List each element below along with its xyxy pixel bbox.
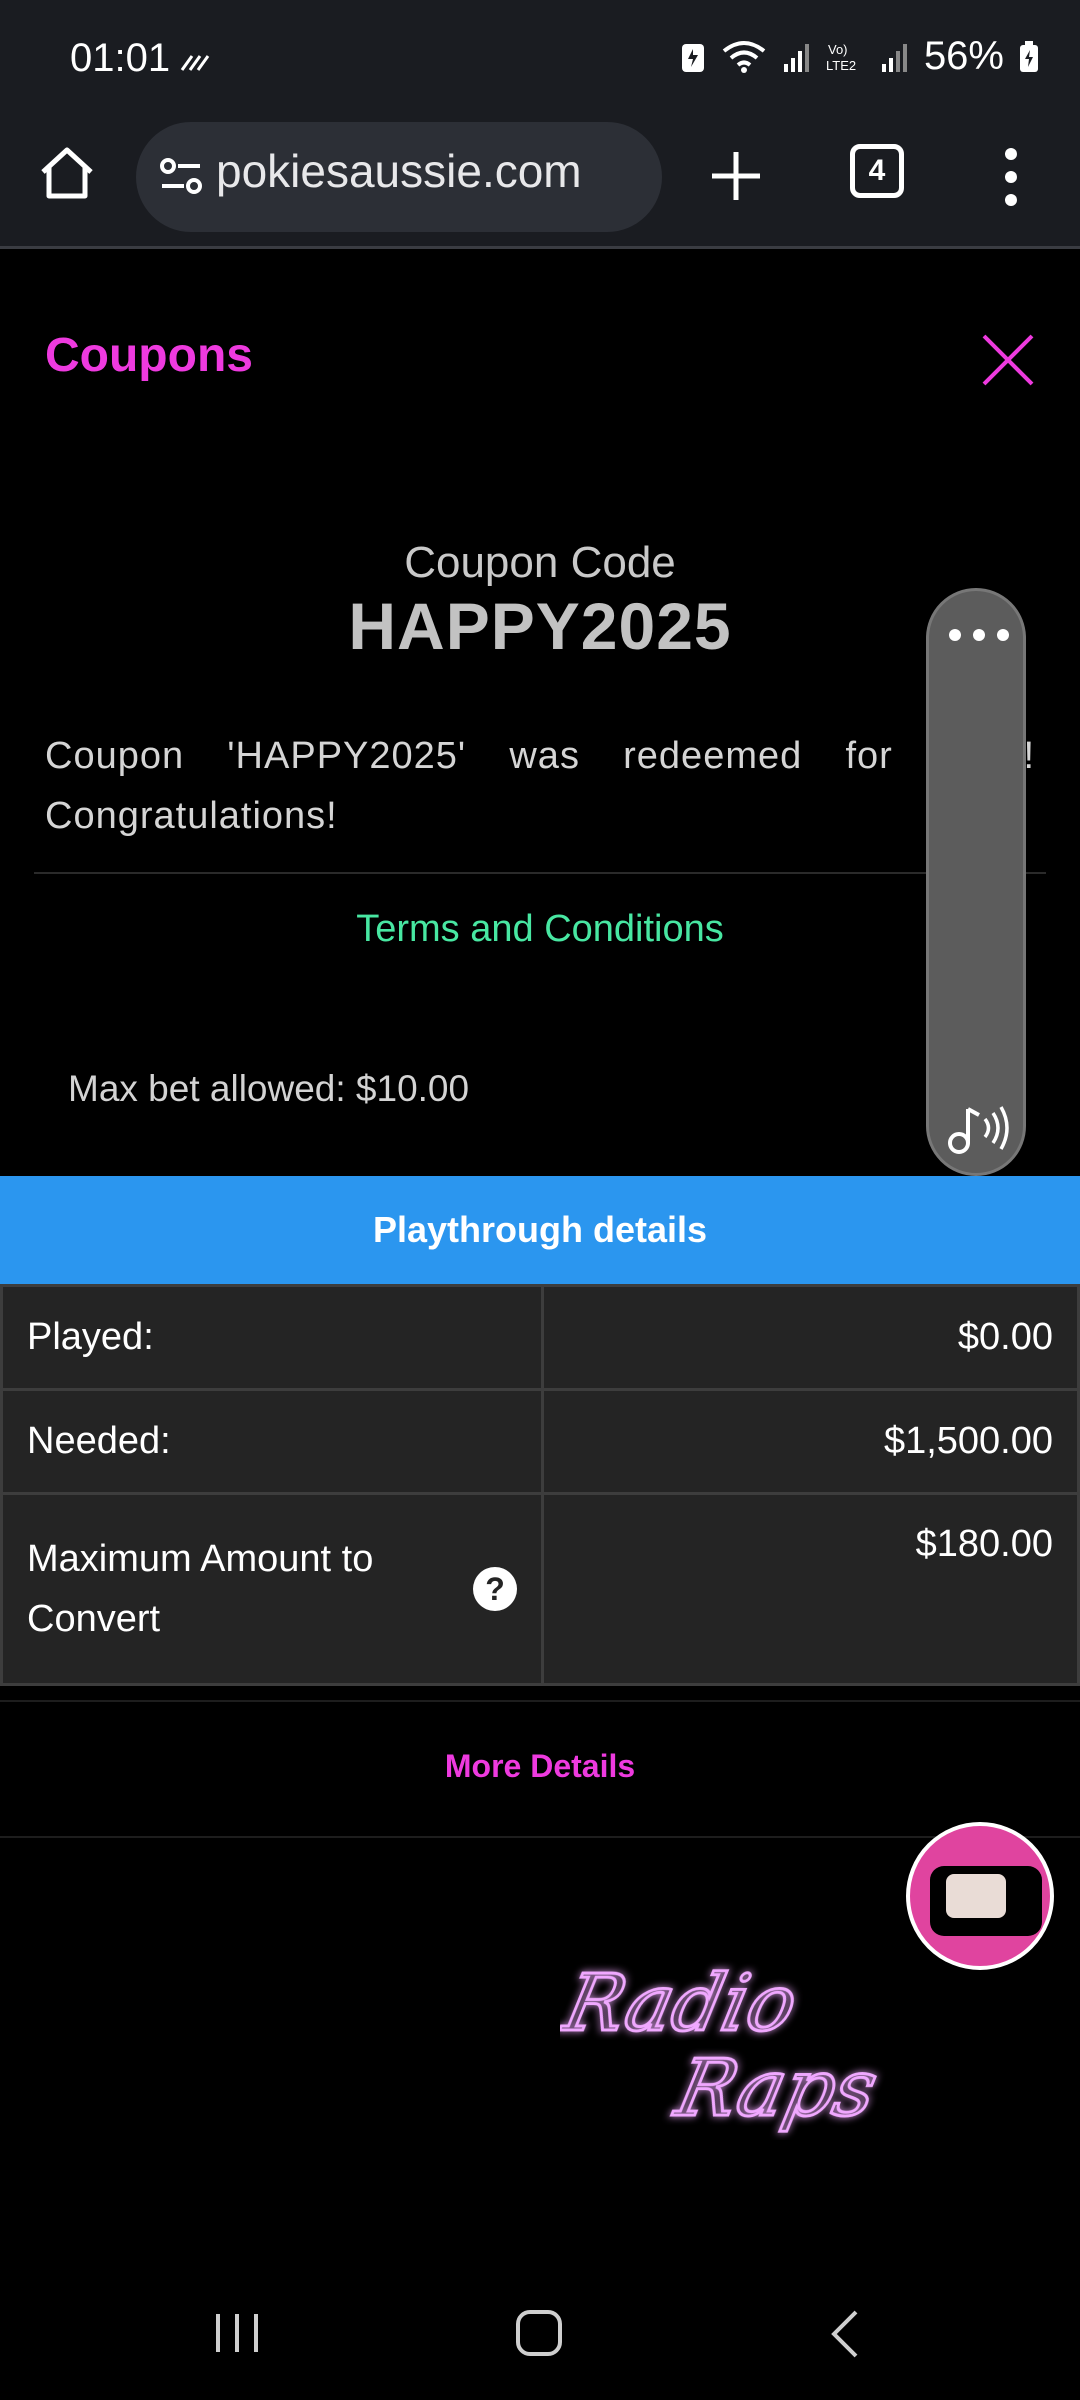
close-icon[interactable] <box>980 332 1036 388</box>
coupon-code-label: Coupon Code <box>404 538 676 587</box>
more-dots-icon[interactable] <box>949 629 1009 649</box>
coupon-code: HAPPY2025 <box>348 589 732 663</box>
played-label: Played: <box>0 1284 544 1391</box>
divider <box>34 872 1046 874</box>
table-row: Maximum Amount to Convert ? $180.00 <box>0 1492 1080 1686</box>
terms-and-conditions-link[interactable]: Terms and Conditions <box>0 908 1080 951</box>
svg-text:LTE2: LTE2 <box>826 58 856 73</box>
media-widget[interactable] <box>926 588 1026 1176</box>
volte-icon: Vo) LTE2 <box>826 42 856 73</box>
nav-home-icon[interactable] <box>514 2308 564 2358</box>
page-title: Coupons <box>45 329 253 382</box>
status-time: 01:01 <box>70 36 171 80</box>
url-text: pokiesaussie.com <box>216 145 582 197</box>
played-value: $0.00 <box>541 1284 1080 1391</box>
new-tab-icon[interactable] <box>706 146 766 206</box>
home-icon <box>41 147 93 199</box>
battery-icon <box>1020 40 1038 72</box>
wifi-icon <box>722 40 766 73</box>
signal-2-icon <box>881 43 907 72</box>
system-nav-bar <box>0 2270 1080 2400</box>
divider <box>0 1836 1080 1838</box>
playthrough-table: Played: $0.00 Needed: $1,500.00 Maximum … <box>0 1284 1080 1686</box>
help-icon[interactable]: ? <box>473 1567 517 1611</box>
needed-value: $1,500.00 <box>541 1388 1080 1495</box>
radio-raps-logo[interactable]: Radio Raps <box>560 1940 940 2140</box>
chat-bubble-icon <box>946 1874 1006 1918</box>
browser-toolbar: pokiesaussie.com 4 <box>0 122 1080 249</box>
table-row: Needed: $1,500.00 <box>0 1388 1080 1495</box>
battery-percentage: 56% <box>923 34 1004 78</box>
tab-switcher-button[interactable]: 4 <box>850 144 904 198</box>
redeem-message: Coupon 'HAPPY2025' was redeemed for $2 !… <box>45 735 1035 837</box>
address-bar[interactable]: pokiesaussie.com <box>136 122 662 232</box>
back-icon[interactable] <box>826 2308 862 2360</box>
max-convert-label: Maximum Amount to Convert <box>27 1538 374 1640</box>
home-button[interactable] <box>34 140 100 206</box>
max-convert-cell: Maximum Amount to Convert ? <box>0 1492 544 1686</box>
playthrough-header: Playthrough details <box>0 1176 1080 1284</box>
max-convert-value: $180.00 <box>541 1492 1080 1686</box>
table-row: Played: $0.00 <box>0 1284 1080 1391</box>
music-sound-icon[interactable] <box>945 1099 1011 1157</box>
svg-text:Vo): Vo) <box>828 42 848 57</box>
logo-text-radio: Radio <box>560 1958 805 2049</box>
logo-text-raps: Raps <box>667 2043 885 2134</box>
notification-icon <box>180 55 210 71</box>
status-bar: 01:01 Vo) LTE2 56% <box>0 0 1080 122</box>
needed-label: Needed: <box>0 1388 544 1495</box>
divider <box>0 1700 1080 1702</box>
status-indicators: Vo) LTE2 56% <box>680 34 1040 79</box>
signal-1-icon <box>783 43 809 72</box>
more-menu-icon[interactable] <box>996 142 1026 212</box>
more-details-link[interactable]: More Details <box>0 1748 1080 1785</box>
site-settings-icon[interactable] <box>156 152 206 202</box>
max-bet-text: Max bet allowed: $10.00 <box>68 1068 470 1109</box>
recent-apps-icon[interactable] <box>212 2310 262 2356</box>
battery-saver-icon <box>681 43 704 72</box>
